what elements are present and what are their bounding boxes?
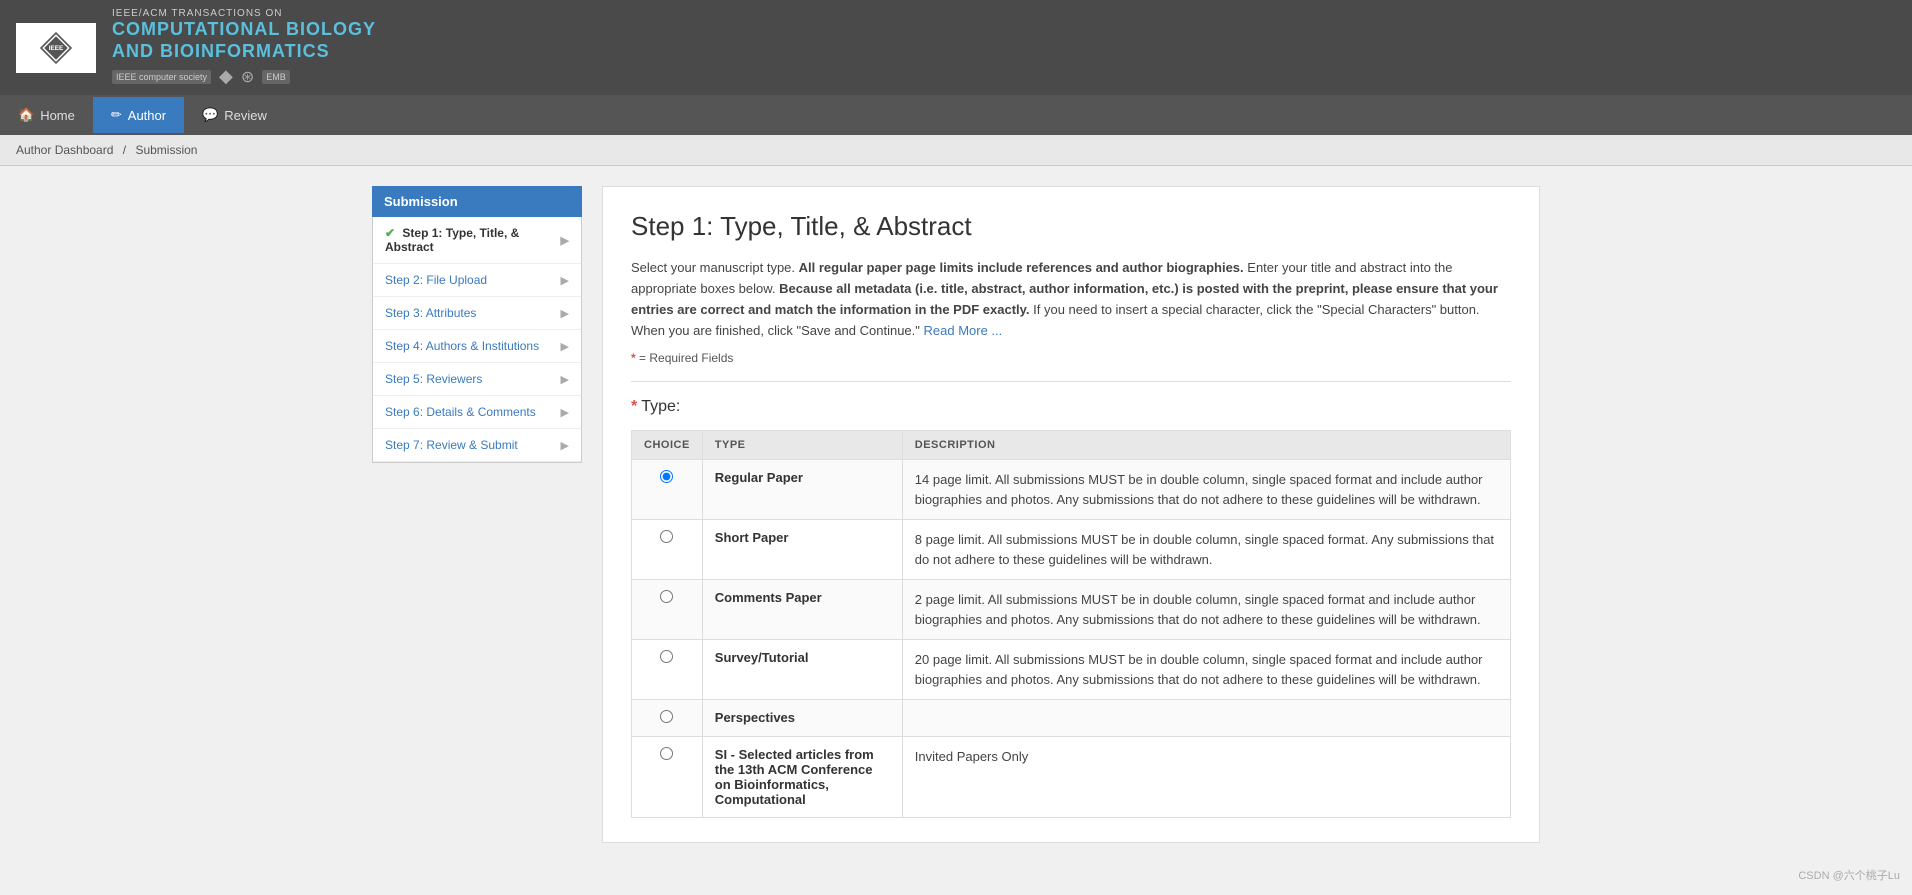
chevron-icon-step6: ▶ [561,406,569,419]
sidebar-item-step1[interactable]: ✔ Step 1: Type, Title, & Abstract ▶ [373,217,581,264]
navigation: 🏠 Home ✏ Author 💬 Review [0,95,1912,135]
breadcrumb-separator: / [123,143,126,157]
nav-author-label: Author [128,108,166,123]
sponsor-ieee-cs: IEEE computer society [112,70,211,84]
sidebar-item-step4[interactable]: Step 4: Authors & Institutions ▶ [373,330,581,363]
radio-type-1[interactable] [660,530,673,543]
type-required-star: * [631,398,637,416]
sidebar-step4-label: Step 4: Authors & Institutions [385,339,539,353]
required-note-text: = Required Fields [639,351,733,365]
radio-type-5[interactable] [660,747,673,760]
home-icon: 🏠 [18,107,34,123]
breadcrumb: Author Dashboard / Submission [0,135,1912,166]
form-area: Step 1: Type, Title, & Abstract Select y… [602,186,1540,843]
chevron-icon-step7: ▶ [561,439,569,452]
type-desc-5: Invited Papers Only [902,737,1510,818]
page-title: Step 1: Type, Title, & Abstract [631,211,1511,242]
sponsor-emb: EMB [262,70,290,84]
sidebar-step5-label: Step 5: Reviewers [385,372,482,386]
author-icon: ✏ [111,107,122,123]
section-divider [631,381,1511,382]
nav-author[interactable]: ✏ Author [93,97,184,133]
type-name-0: Regular Paper [702,460,902,520]
intro-p1-normal: Select your manuscript type. [631,260,799,275]
chevron-icon-step5: ▶ [561,373,569,386]
type-table: CHOICE TYPE DESCRIPTION Regular Paper14 … [631,430,1511,818]
journal-sponsors: IEEE computer society ◆ ⊛ EMB [112,66,376,87]
radio-type-3[interactable] [660,650,673,663]
type-desc-2: 2 page limit. All submissions MUST be in… [902,580,1510,640]
col-type: TYPE [702,431,902,460]
read-more-link[interactable]: Read More ... [924,323,1003,338]
type-label: Type: [641,398,680,416]
type-name-2: Comments Paper [702,580,902,640]
intro-p1-bold: All regular paper page limits include re… [799,260,1244,275]
sidebar-step1-label: Step 1: Type, Title, & Abstract [385,226,519,254]
type-desc-4 [902,700,1510,737]
nav-review-label: Review [224,108,267,123]
sidebar-item-step3[interactable]: Step 3: Attributes ▶ [373,297,581,330]
table-row: Comments Paper2 page limit. All submissi… [632,580,1511,640]
breadcrumb-author-dashboard[interactable]: Author Dashboard [16,143,113,157]
sidebar-title: Submission [372,186,582,217]
watermark: CSDN @六个桃子Lu [1798,867,1900,883]
header: IEEE IEEE/ACM TRANSACTIONS ON COMPUTATIO… [0,0,1912,95]
radio-type-0[interactable] [660,470,673,483]
type-desc-1: 8 page limit. All submissions MUST be in… [902,520,1510,580]
sidebar-steps: ✔ Step 1: Type, Title, & Abstract ▶ Step… [372,217,582,463]
sidebar: Submission ✔ Step 1: Type, Title, & Abst… [372,186,582,843]
nav-home-label: Home [40,108,75,123]
journal-name: COMPUTATIONAL BIOLOGYAND BIOINFORMATICS [112,19,376,62]
review-icon: 💬 [202,107,218,123]
nav-review[interactable]: 💬 Review [184,97,285,133]
type-name-1: Short Paper [702,520,902,580]
required-star: * [631,351,636,365]
nav-home[interactable]: 🏠 Home [0,97,93,133]
check-icon-step1: ✔ [385,226,395,240]
table-row: Short Paper8 page limit. All submissions… [632,520,1511,580]
type-name-3: Survey/Tutorial [702,640,902,700]
chevron-icon-step3: ▶ [561,307,569,320]
radio-type-4[interactable] [660,710,673,723]
col-description: DESCRIPTION [902,431,1510,460]
ieee-logo: IEEE [16,23,96,73]
breadcrumb-submission: Submission [135,143,197,157]
sidebar-item-step5[interactable]: Step 5: Reviewers ▶ [373,363,581,396]
sidebar-step2-label: Step 2: File Upload [385,273,487,287]
col-choice: CHOICE [632,431,703,460]
sidebar-item-step2[interactable]: Step 2: File Upload ▶ [373,264,581,297]
sidebar-step6-label: Step 6: Details & Comments [385,405,536,419]
sidebar-step7-label: Step 7: Review & Submit [385,438,518,452]
journal-pre: IEEE/ACM TRANSACTIONS ON [112,8,376,19]
sidebar-item-step6[interactable]: Step 6: Details & Comments ▶ [373,396,581,429]
type-section-label: * Type: [631,398,1511,416]
sidebar-step3-label: Step 3: Attributes [385,306,476,320]
chevron-icon-step2: ▶ [561,274,569,287]
table-row: SI - Selected articles from the 13th ACM… [632,737,1511,818]
intro-paragraph: Select your manuscript type. All regular… [631,258,1511,341]
main-content: Submission ✔ Step 1: Type, Title, & Abst… [356,166,1556,863]
table-row: Perspectives [632,700,1511,737]
sidebar-item-step7[interactable]: Step 7: Review & Submit ▶ [373,429,581,462]
chevron-icon-step4: ▶ [561,340,569,353]
type-name-5: SI - Selected articles from the 13th ACM… [702,737,902,818]
required-note: * = Required Fields [631,351,1511,365]
journal-title: IEEE/ACM TRANSACTIONS ON COMPUTATIONAL B… [112,8,376,87]
type-desc-3: 20 page limit. All submissions MUST be i… [902,640,1510,700]
chevron-icon-step1: ▶ [561,234,569,247]
table-row: Survey/Tutorial20 page limit. All submis… [632,640,1511,700]
type-name-4: Perspectives [702,700,902,737]
svg-text:IEEE: IEEE [49,45,64,52]
table-row: Regular Paper14 page limit. All submissi… [632,460,1511,520]
radio-type-2[interactable] [660,590,673,603]
type-desc-0: 14 page limit. All submissions MUST be i… [902,460,1510,520]
